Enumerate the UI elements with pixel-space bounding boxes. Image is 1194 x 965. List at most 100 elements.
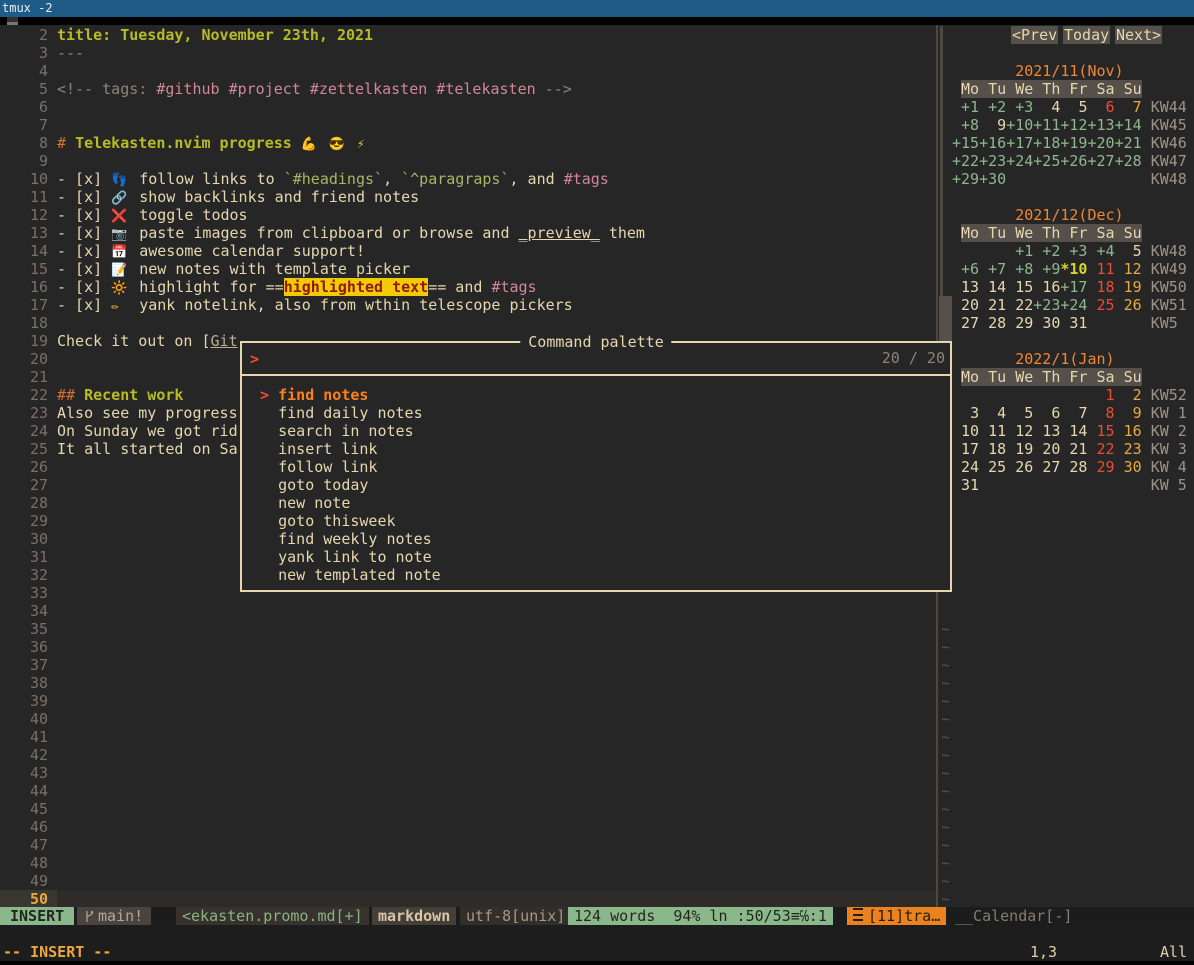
editor-line[interactable]: 41 xyxy=(0,728,936,746)
calendar-day[interactable]: 7 xyxy=(1133,98,1142,116)
editor-line[interactable]: 6 xyxy=(0,98,936,116)
calendar-day[interactable]: +12 xyxy=(1060,116,1087,134)
calendar-day[interactable]: 18 xyxy=(1097,278,1115,296)
calendar-day[interactable]: +3 xyxy=(1069,242,1087,260)
calendar-day[interactable]: 7 xyxy=(1078,404,1087,422)
calendar-day[interactable]: 13 xyxy=(961,278,979,296)
calendar-day[interactable]: 4 xyxy=(997,404,1006,422)
calendar-day[interactable]: +3 xyxy=(1015,98,1033,116)
calendar-day[interactable]: +15 xyxy=(952,134,979,152)
calendar-day[interactable]: 14 xyxy=(988,278,1006,296)
palette-item[interactable]: new templated note xyxy=(242,566,950,584)
calendar-day[interactable]: 5 xyxy=(1024,404,1033,422)
editor-line[interactable]: 44 xyxy=(0,782,936,800)
calendar-day[interactable]: 27 xyxy=(961,314,979,332)
calendar-button-next[interactable]: Next> xyxy=(1115,26,1162,44)
calendar-day[interactable]: 27 xyxy=(1042,458,1060,476)
calendar-day[interactable]: +28 xyxy=(1115,152,1142,170)
calendar-day[interactable]: 1 xyxy=(1106,386,1115,404)
calendar-day[interactable]: 5 xyxy=(1133,242,1142,260)
editor-line[interactable]: 15- [x] 📝 new notes with template picker xyxy=(0,260,936,278)
calendar-day[interactable]: +14 xyxy=(1115,116,1142,134)
editor-line[interactable]: 38 xyxy=(0,674,936,692)
calendar-day[interactable]: 20 xyxy=(961,296,979,314)
calendar-day[interactable]: 2 xyxy=(1133,386,1142,404)
calendar-button-today[interactable]: Today xyxy=(1063,26,1110,44)
calendar-day[interactable]: +27 xyxy=(1087,152,1114,170)
calendar-day[interactable]: +24 xyxy=(1060,296,1087,314)
calendar-day[interactable]: +18 xyxy=(1033,134,1060,152)
calendar-button-prev[interactable]: <Prev xyxy=(1011,26,1058,44)
calendar-day[interactable]: +21 xyxy=(1115,134,1142,152)
palette-item[interactable]: find weekly notes xyxy=(242,530,950,548)
calendar-day[interactable]: +1 xyxy=(961,98,979,116)
calendar-day[interactable]: 12 xyxy=(1124,260,1142,278)
calendar-day[interactable]: 23 xyxy=(1124,440,1142,458)
calendar-day[interactable]: 13 xyxy=(1042,422,1060,440)
calendar-day[interactable]: 31 xyxy=(1069,314,1087,332)
calendar-day[interactable]: 17 xyxy=(961,440,979,458)
palette-item[interactable]: yank link to note xyxy=(242,548,950,566)
editor-line[interactable]: 4 xyxy=(0,62,936,80)
calendar-day[interactable]: 21 xyxy=(988,296,1006,314)
calendar-day[interactable]: 6 xyxy=(1106,98,1115,116)
calendar-day[interactable]: 11 xyxy=(988,422,1006,440)
calendar-day[interactable]: 9 xyxy=(1133,404,1142,422)
calendar-day[interactable]: +23 xyxy=(979,152,1006,170)
editor-line[interactable]: 12- [x] ❌ toggle todos xyxy=(0,206,936,224)
calendar-day[interactable]: +19 xyxy=(1060,134,1087,152)
calendar-day[interactable]: +24 xyxy=(1006,152,1033,170)
calendar-day[interactable]: 16 xyxy=(1042,278,1060,296)
calendar-day[interactable]: 28 xyxy=(1069,458,1087,476)
editor-line[interactable]: 46 xyxy=(0,818,936,836)
git-branch-segment[interactable]: main! xyxy=(77,907,151,925)
calendar-day[interactable]: 25 xyxy=(988,458,1006,476)
filename-segment[interactable]: <ekasten.promo.md[+] xyxy=(176,907,369,925)
calendar-day[interactable]: 10 xyxy=(961,422,979,440)
palette-prompt-input[interactable]: > 20 / 20 xyxy=(242,343,950,374)
editor-line[interactable]: 43 xyxy=(0,764,936,782)
editor-line[interactable]: 39 xyxy=(0,692,936,710)
editor-line[interactable]: 50 xyxy=(0,890,936,908)
editor-line[interactable]: 34 xyxy=(0,602,936,620)
calendar-day[interactable]: 30 xyxy=(1124,458,1142,476)
editor-line[interactable]: 36 xyxy=(0,638,936,656)
calendar-day[interactable]: +2 xyxy=(1042,242,1060,260)
calendar-day[interactable]: 9 xyxy=(997,116,1006,134)
calendar-day[interactable]: +1 xyxy=(1015,242,1033,260)
calendar-day[interactable]: 6 xyxy=(1051,404,1060,422)
calendar-day[interactable]: 30 xyxy=(1042,314,1060,332)
editor-line[interactable]: 16- [x] 🔆 highlight for ==highlighted te… xyxy=(0,278,936,296)
editor-line[interactable]: 18 xyxy=(0,314,936,332)
palette-item[interactable]: follow link xyxy=(242,458,950,476)
editor-line[interactable]: 42 xyxy=(0,746,936,764)
calendar-day[interactable]: 21 xyxy=(1069,440,1087,458)
tab-segment[interactable]: [11]tra… xyxy=(847,907,946,925)
calendar-day[interactable]: +29 xyxy=(952,170,979,188)
calendar-day[interactable]: +8 xyxy=(961,116,979,134)
calendar-day[interactable]: 15 xyxy=(1015,278,1033,296)
calendar-day[interactable]: +17 xyxy=(1060,278,1087,296)
editor-line[interactable]: 45 xyxy=(0,800,936,818)
editor-line[interactable]: 37 xyxy=(0,656,936,674)
command-line[interactable]: :lua require('telekasten').panel() xyxy=(0,925,1194,943)
calendar-day[interactable]: +20 xyxy=(1087,134,1114,152)
palette-item[interactable]: goto thisweek xyxy=(242,512,950,530)
calendar-day[interactable]: 16 xyxy=(1124,422,1142,440)
calendar-day[interactable]: 19 xyxy=(1015,440,1033,458)
calendar-day[interactable]: +10 xyxy=(1006,116,1033,134)
calendar-day[interactable]: 22 xyxy=(1015,296,1033,314)
calendar-day[interactable]: 24 xyxy=(961,458,979,476)
calendar-day[interactable]: +11 xyxy=(1033,116,1060,134)
editor-line[interactable]: 8# Telekasten.nvim progress 💪 😎 ⚡ xyxy=(0,134,936,152)
calendar-day[interactable]: 22 xyxy=(1097,440,1115,458)
calendar-day[interactable]: +23 xyxy=(1033,296,1060,314)
palette-item[interactable]: > find notes xyxy=(242,386,950,404)
calendar-day[interactable]: 8 xyxy=(1106,404,1115,422)
calendar-day[interactable]: +9 xyxy=(1042,260,1060,278)
palette-item[interactable]: find daily notes xyxy=(242,404,950,422)
editor-line[interactable]: 13- [x] 📷 paste images from clipboard or… xyxy=(0,224,936,242)
editor-line[interactable]: 17- [x] ✏ yank notelink, also from wthin… xyxy=(0,296,936,314)
calendar-day[interactable]: 3 xyxy=(970,404,979,422)
calendar-day[interactable]: +6 xyxy=(961,260,979,278)
